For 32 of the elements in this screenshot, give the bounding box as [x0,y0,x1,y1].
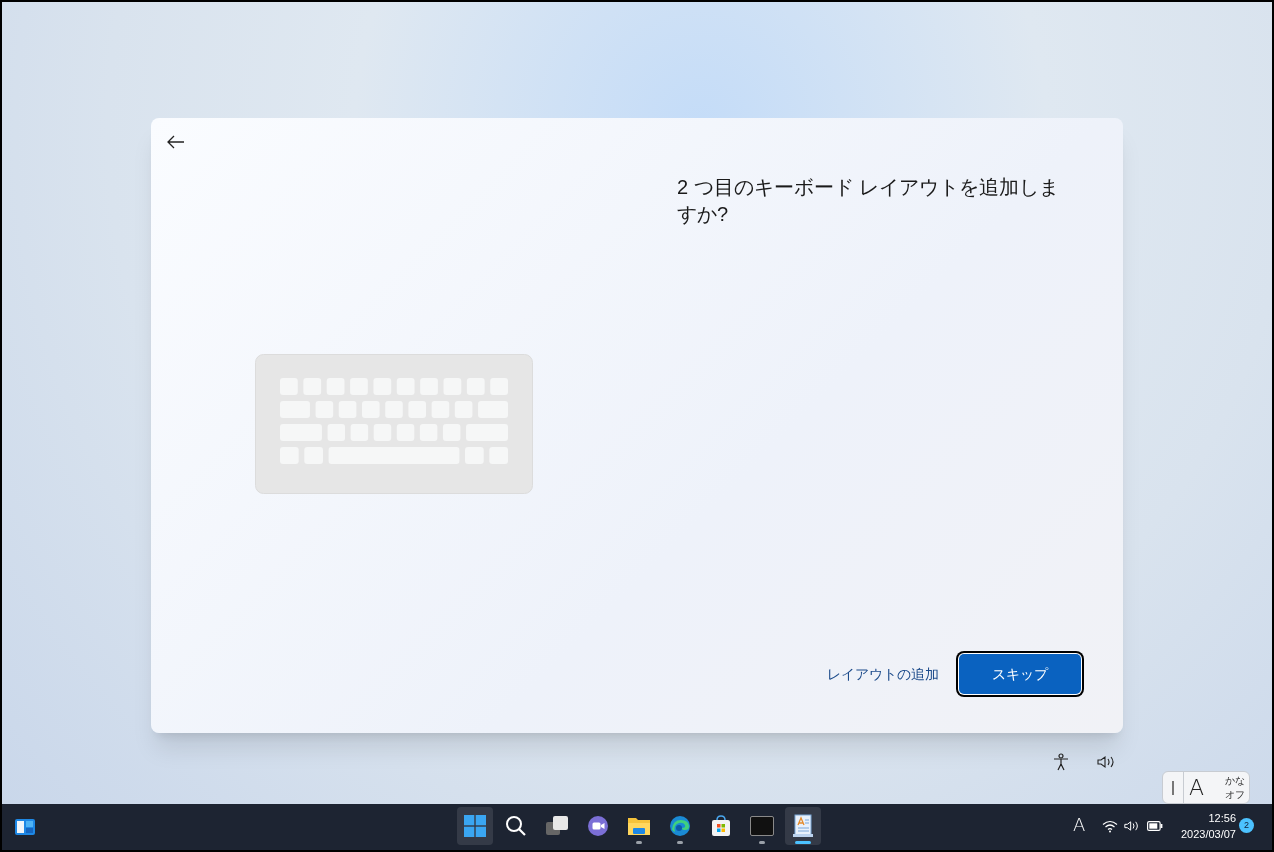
input-mode-button[interactable]: A [1189,776,1205,799]
video-chat-icon [586,815,610,837]
windows-logo-icon [464,815,486,837]
taskbar-app-button[interactable] [785,807,821,845]
document-icon [793,814,813,838]
skip-button[interactable]: スキップ [959,654,1081,694]
drag-handle-icon[interactable] [1172,780,1174,795]
clock-time[interactable]: 12:56 [1208,810,1236,826]
kana-state-label[interactable]: オフ [1225,787,1245,802]
folder-icon [627,815,651,837]
running-indicator [677,841,683,844]
volume-icon[interactable] [1097,755,1115,769]
kana-label[interactable]: かな [1225,773,1245,788]
accessibility-icon[interactable] [1053,753,1069,771]
add-layout-link[interactable]: レイアウトの追加 [823,655,943,693]
notification-badge[interactable]: 2 [1239,818,1254,833]
store-bag-icon [710,815,732,837]
overlapping-windows-icon [545,815,569,837]
running-indicator [795,841,811,844]
wifi-icon[interactable] [1102,820,1118,833]
browser-swirl-icon [669,815,691,837]
clock-date[interactable]: 2023/03/07 [1180,826,1236,842]
running-indicator [759,841,765,844]
search-icon [505,815,527,837]
back-arrow-icon [167,135,185,149]
dialog-title: 2 つ目のキーボード レイアウトを追加しますか? [677,175,1061,227]
terminal-window-icon [750,816,774,836]
battery-icon[interactable] [1147,821,1163,831]
widgets-icon[interactable] [14,818,36,836]
input-indicator[interactable]: A [1073,816,1086,834]
running-indicator [636,841,642,844]
volume-icon[interactable] [1124,820,1139,832]
